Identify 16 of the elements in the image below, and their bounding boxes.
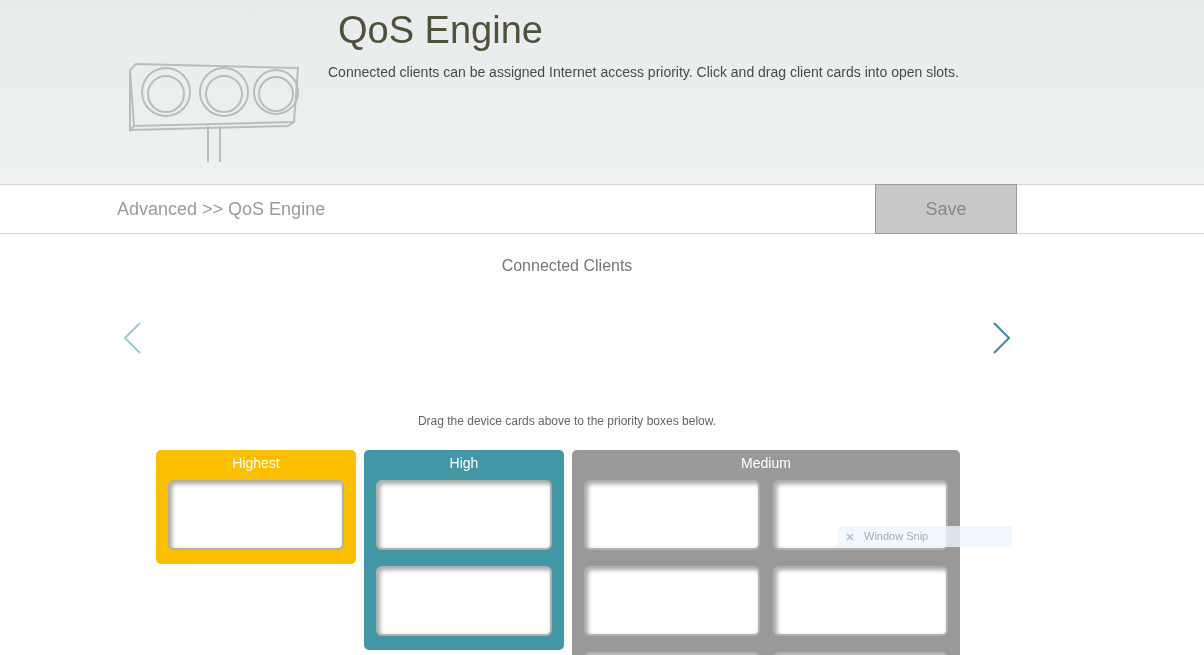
instruction-text: Drag the device cards above to the priority boxes below. [417,413,717,430]
empty-slot[interactable] [168,480,344,550]
page-title: QoS Engine [338,8,544,52]
breadcrumb: Advanced >> QoS Engine [117,197,326,221]
tooltip-text: Window Snip [864,529,929,545]
page-description: Connected clients can be assigned Internet access priority. Click and drag client cards into open slots. [328,63,959,82]
priority-label: Highest [231,454,281,473]
empty-slot[interactable] [376,566,552,636]
empty-slot[interactable] [772,566,948,636]
close-icon [846,532,854,541]
section-title: Connected Clients [501,256,633,276]
empty-slot[interactable] [584,480,760,550]
empty-slot[interactable] [584,566,760,636]
priority-label: High [448,454,480,473]
empty-slot[interactable] [376,480,552,550]
priority-label: Medium [740,454,792,473]
